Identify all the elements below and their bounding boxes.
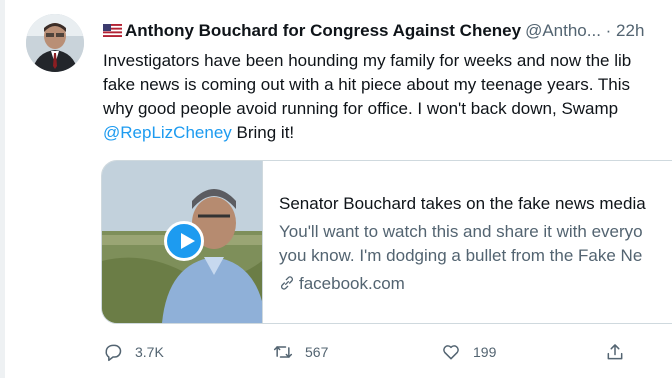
retweet-count: 567 <box>305 344 329 360</box>
link-icon <box>281 276 293 290</box>
tweet-actions: 3.7K 567 199 <box>103 341 663 363</box>
like-count: 199 <box>473 344 497 360</box>
tweet-text: Investigators have been hounding my fami… <box>103 49 672 145</box>
tweet-text-line: why good people avoid running for office… <box>103 99 619 118</box>
retweet-icon <box>273 346 293 358</box>
share-icon <box>607 344 623 360</box>
retweet-button[interactable]: 567 <box>273 341 328 363</box>
card-domain-text: facebook.com <box>299 274 405 293</box>
reply-icon <box>105 344 122 362</box>
avatar-photo <box>26 14 84 72</box>
handle[interactable]: @Antho... <box>525 21 601 40</box>
tweet-text-line: Investigators have been hounding my fami… <box>103 51 632 70</box>
like-button[interactable]: 199 <box>441 341 496 363</box>
like-icon <box>443 345 459 360</box>
reply-button[interactable]: 3.7K <box>103 341 164 363</box>
us-flag-icon <box>103 24 122 37</box>
card-title: Senator Bouchard takes on the fake news … <box>279 194 646 213</box>
left-border <box>0 0 5 378</box>
tweet-text-line: fake news is coming out with a hit piece… <box>103 75 630 94</box>
tweet-text-tail: Bring it! <box>231 123 295 142</box>
avatar[interactable] <box>26 14 84 72</box>
card-description-line: you know. I'm dodging a bullet from the … <box>279 246 643 265</box>
tweet-text-line: @RepLizCheney Bring it! <box>103 121 672 145</box>
timestamp[interactable]: · 22h <box>606 21 645 40</box>
card-description-line: You'll want to watch this and share it w… <box>279 222 643 241</box>
display-name[interactable]: Anthony Bouchard for Congress Against Ch… <box>125 21 521 40</box>
tweet[interactable]: Anthony Bouchard for Congress Against Ch… <box>0 0 672 378</box>
card-domain: facebook.com <box>279 274 405 294</box>
share-button[interactable] <box>605 341 637 363</box>
card-video-thumbnail[interactable] <box>102 161 263 323</box>
card-description: You'll want to watch this and share it w… <box>279 220 643 268</box>
mention-link[interactable]: @RepLizCheney <box>103 123 232 142</box>
reply-count: 3.7K <box>135 344 164 360</box>
play-icon[interactable] <box>164 221 204 261</box>
tweet-header: Anthony Bouchard for Congress Against Ch… <box>103 20 644 42</box>
link-card[interactable]: Senator Bouchard takes on the fake news … <box>101 160 672 324</box>
